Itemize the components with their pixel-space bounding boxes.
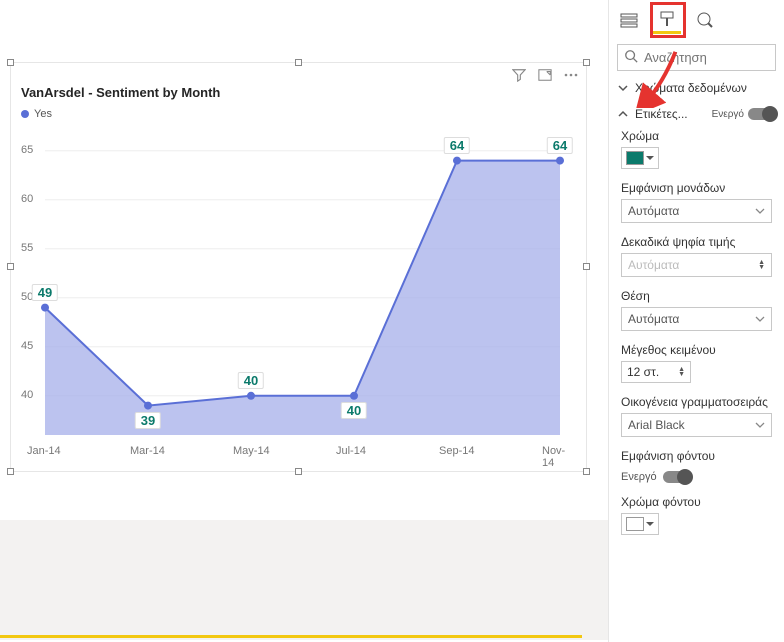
canvas-area: VanArsdel - Sentiment by Month Yes 40 45 5… [0,0,608,642]
data-label: 40 [341,402,367,419]
section-data-colors[interactable]: Χρώματα δεδομένων [609,75,784,101]
select-value: Αυτόματα [628,258,679,272]
page-footer-area [0,520,608,640]
toggle-label: Ενεργό [621,471,657,483]
bg-color-picker[interactable] [621,513,659,535]
y-axis-tick: 45 [21,340,33,352]
select-value: Αυτόματα [628,312,679,326]
chart-svg [21,135,576,441]
resize-handle[interactable] [7,468,14,475]
spinner-icon: ▲▼ [678,367,685,377]
resize-handle[interactable] [583,263,590,270]
resize-handle[interactable] [295,468,302,475]
font-field-label: Οικογένεια γραμματοσειράς [621,395,772,409]
units-select[interactable]: Αυτόματα [621,199,772,223]
chart-plot-area: 40455055606549Jan-1439Mar-1440May-1440Ju… [21,135,576,441]
position-field-label: Θέση [621,289,772,303]
toggle-label: Ενεργό [712,109,744,120]
select-value: Arial Black [628,418,685,432]
more-options-icon[interactable] [564,73,578,77]
accent-line [0,635,582,638]
color-swatch [626,517,644,531]
color-swatch [626,151,644,165]
data-label: 49 [32,284,58,301]
decimals-field-label: Δεκαδικά ψηφία τιμής [621,235,772,249]
search-input[interactable] [644,50,784,65]
chevron-down-icon [755,314,765,324]
section-data-labels[interactable]: Ετικέτες... Ενεργό [609,101,784,127]
chevron-down-icon [755,420,765,430]
bg-show-field-label: Εμφάνιση φόντου [621,449,772,463]
format-panel: Χρώματα δεδομένων Ετικέτες... Ενεργό Χρώ… [608,0,784,642]
tab-analytics[interactable] [691,6,719,34]
data-label: 40 [238,372,264,389]
textsize-field-label: Μέγεθος κειμένου [621,343,772,357]
chart-visual[interactable]: VanArsdel - Sentiment by Month Yes 40 45 5… [10,62,587,472]
x-axis-tick: May-14 [233,445,270,457]
data-label: 64 [547,137,573,154]
data-label: 64 [444,137,470,154]
y-axis-tick: 60 [21,193,33,205]
y-axis-tick: 55 [21,242,33,254]
chart-legend: Yes [11,100,586,124]
filter-icon[interactable] [512,68,526,82]
bg-color-field-label: Χρώμα φόντου [621,495,772,509]
select-value: Αυτόματα [628,204,679,218]
chart-title: VanArsdel - Sentiment by Month [11,85,586,100]
position-select[interactable]: Αυτόματα [621,307,772,331]
focus-mode-icon[interactable] [538,68,552,82]
section-label: Ετικέτες... [635,107,688,121]
x-axis-tick: Nov-14 [542,445,576,469]
resize-handle[interactable] [7,59,14,66]
chevron-down-icon [755,206,765,216]
canvas-background: VanArsdel - Sentiment by Month Yes 40 45 5… [0,0,608,520]
tutorial-highlight [650,2,686,38]
x-axis-tick: Jul-14 [336,445,366,457]
chevron-down-icon [617,82,629,94]
font-select[interactable]: Arial Black [621,413,772,437]
data-label: 39 [135,412,161,429]
textsize-spinner[interactable]: 12 στ. ▲▼ [621,361,691,383]
spinner-value: 12 στ. [627,365,659,379]
x-axis-tick: Sep-14 [439,445,474,457]
resize-handle[interactable] [583,59,590,66]
x-axis-tick: Jan-14 [27,445,61,457]
y-axis-tick: 40 [21,389,33,401]
resize-handle[interactable] [7,263,14,270]
search-icon [624,49,638,66]
bg-toggle-switch[interactable] [663,471,691,483]
chevron-up-icon [617,108,629,120]
decimals-select[interactable]: Αυτόματα ▲▼ [621,253,772,277]
legend-marker [21,110,29,118]
spinner-icon: ▲▼ [758,260,765,270]
caret-down-icon [646,154,654,162]
tab-fields[interactable] [615,6,643,34]
section-label: Χρώματα δεδομένων [635,81,747,95]
caret-down-icon [646,520,654,528]
color-field-label: Χρώμα [621,129,772,143]
label-color-picker[interactable] [621,147,659,169]
toggle-switch[interactable] [748,108,776,120]
x-axis-tick: Mar-14 [130,445,165,457]
y-axis-tick: 65 [21,144,33,156]
resize-handle[interactable] [295,59,302,66]
search-input-wrapper[interactable] [617,44,776,71]
resize-handle[interactable] [583,468,590,475]
legend-label: Yes [34,108,52,120]
units-field-label: Εμφάνιση μονάδων [621,181,772,195]
